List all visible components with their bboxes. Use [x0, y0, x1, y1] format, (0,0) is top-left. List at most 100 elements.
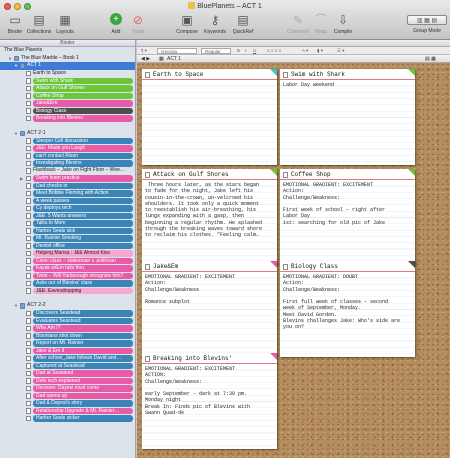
card-title[interactable]: Breaking into Blevins': [153, 353, 232, 364]
group-mode-control[interactable]: ▥ ▦ ▤ Group Mode: [405, 11, 449, 34]
card-synopsis[interactable]: [142, 80, 277, 84]
disclosure-closed-icon[interactable]: ▶: [20, 175, 23, 183]
binder-item[interactable]: Investigating Blevins: [0, 160, 135, 168]
binder-item-label: Kayak w/Em falls thru: [33, 265, 133, 272]
card-synopsis[interactable]: EMOTIONAL GRADIENT: EXCITEMENT Action: C…: [142, 272, 277, 307]
binder-item[interactable]: Cienc class – statesman v. politician: [0, 257, 135, 265]
binder-item[interactable]: The Blue Planets: [0, 47, 135, 55]
card-title[interactable]: Coffee Shop: [291, 169, 331, 180]
binder-folder[interactable]: ▼ The Blue Marble – Book 1: [0, 55, 135, 63]
card-synopsis[interactable]: EMOTIONAL GRADIENT: EXCITEMENT Action: C…: [280, 180, 415, 228]
binder-folder[interactable]: ▼ ACT 1: [0, 62, 135, 70]
document-icon: [145, 71, 150, 78]
binder-item[interactable]: Bisonians shot down: [0, 332, 135, 340]
compile-toolbar-button[interactable]: ⇩ Compile: [328, 11, 358, 36]
document-icon: [283, 171, 288, 178]
card-synopsis[interactable]: Labor Day weekend: [280, 80, 415, 90]
binder-item[interactable]: Dad checks in: [0, 182, 135, 190]
binder-item[interactable]: Jake&Em: [0, 100, 135, 108]
layouts-toolbar-button[interactable]: ▦ Layouts: [50, 11, 80, 36]
binder-item[interactable]: Who Am I?: [0, 325, 135, 333]
align-icons[interactable]: ≡ ≡ ≡ ≡: [267, 48, 281, 54]
keywords-toolbar-button[interactable]: ⚷ Keywords: [200, 11, 230, 36]
binder-item[interactable]: Evaluates Seastead: [0, 317, 135, 325]
binder-item[interactable]: Harbor Seals sicker: [0, 415, 135, 423]
italic-icon[interactable]: I: [245, 48, 246, 54]
nav-back-forward-icon[interactable]: ◀ ▶: [141, 55, 150, 63]
binder-item[interactable]: can't contact Rison: [0, 152, 135, 160]
card-title[interactable]: Swim with Shark: [291, 69, 345, 80]
binder-item-label: ACT 2-1: [27, 129, 46, 136]
binder-item[interactable]: Kayak w/Em falls thru: [0, 265, 135, 273]
binder-item[interactable]: Swim with Shark: [0, 77, 135, 85]
binder-item[interactable]: Mt. Rainier Smoking: [0, 235, 135, 243]
binder-item[interactable]: A week passes: [0, 197, 135, 205]
binder-item[interactable]: Breaking into Blevins': [0, 115, 135, 123]
underline-icon[interactable]: U: [253, 48, 256, 54]
binder-item[interactable]: Dad opens up: [0, 392, 135, 400]
index-card[interactable]: Biology Class EMOTIONAL GRADIENT: DOUBT A…: [280, 261, 415, 357]
binder-item[interactable]: Flashback – Jake on Fight Floor – Woe…: [0, 167, 135, 175]
binder-item[interactable]: Discovers Seastead: [0, 310, 135, 318]
font-weight-select[interactable]: Regular: [201, 48, 231, 54]
binder-item[interactable]: ▶ Swim team practice: [0, 175, 135, 183]
add-icon: +: [110, 13, 122, 25]
binder-item[interactable]: Meet Bobbie Fleming with Action: [0, 190, 135, 198]
list-icon[interactable]: ☰ ▾: [337, 48, 345, 54]
binder-folder[interactable]: ▼ ACT 2-2: [0, 302, 135, 310]
card-title[interactable]: Jake&Em: [153, 261, 178, 272]
card-synopsis[interactable]: EMOTIONAL GRADIENT: DOUBT Action: Challe…: [280, 272, 415, 333]
index-card[interactable]: Breaking into Blevins' EMOTIONAL GRADIENT…: [142, 353, 277, 449]
binder-item[interactable]: J&E: 5 Wants answers: [0, 212, 135, 220]
view-mode-icon[interactable]: ▤ ▦: [425, 55, 436, 63]
binder-item[interactable]: After school_Jake follows David and…: [0, 355, 135, 363]
binder-item[interactable]: Cy deploys tech: [0, 205, 135, 213]
text-color-icon[interactable]: A ▾: [302, 48, 308, 54]
binder-item[interactable]: Report on Mt. Rainier: [0, 340, 135, 348]
paragraph-style-icon[interactable]: ¶ ▾: [141, 48, 147, 54]
binder-item[interactable]: Debi tech explained: [0, 377, 135, 385]
binder-item[interactable]: Talks to Mom: [0, 220, 135, 228]
binder-item[interactable]: Coffee Shop: [0, 92, 135, 100]
trash-button[interactable]: ⊘ Trash: [123, 11, 153, 36]
bold-icon[interactable]: B: [237, 48, 240, 54]
quickref-toolbar-button[interactable]: ▤ QuickRef: [228, 11, 258, 36]
card-synopsis[interactable]: EMOTIONAL GRADIENT: EXCITEMENT ACTION: C…: [142, 364, 277, 418]
binder-item[interactable]: Jake & Em II: [0, 347, 135, 355]
disclosure-open-icon[interactable]: ▼: [14, 130, 18, 138]
disclosure-open-icon[interactable]: ▼: [14, 302, 18, 310]
card-synopsis[interactable]: Three hours later, as the stars began to…: [142, 180, 277, 241]
font-family-select[interactable]: Georgia: [157, 48, 197, 54]
binder-item[interactable]: Attack on Gulf Shores: [0, 85, 135, 93]
index-card[interactable]: Jake&Em EMOTIONAL GRADIENT: EXCITEMENT Ac…: [142, 261, 277, 357]
card-title[interactable]: Earth to Space: [153, 69, 203, 80]
binder-item[interactable]: Captured at Seastead: [0, 362, 135, 370]
binder-item[interactable]: Asks our of Blevins' class: [0, 280, 135, 288]
binder-item[interactable]: Harbor Seals sick: [0, 227, 135, 235]
binder-item[interactable]: Twist – Will Yarborough recognize him?: [0, 272, 135, 280]
compose-toolbar-button[interactable]: ▣ Compose: [172, 11, 202, 36]
binder-item[interactable]: Earth to Space: [0, 70, 135, 78]
disclosure-open-icon[interactable]: ▼: [14, 62, 18, 70]
binder-item[interactable]: Helping Marisa : J&E Almost Kiss: [0, 250, 135, 258]
index-card[interactable]: Earth to Space: [142, 69, 277, 165]
disclosure-open-icon[interactable]: ▼: [8, 55, 12, 63]
keywords-icon: ⚷: [210, 12, 220, 27]
path-label[interactable]: ACT 1: [167, 55, 181, 63]
highlight-icon[interactable]: ▮ ▾: [317, 48, 323, 54]
binder-item[interactable]: Relationship Upgrade & Mt. Rainier…: [0, 407, 135, 415]
index-card[interactable]: Swim with Shark Labor Day weekend: [280, 69, 415, 165]
binder-item[interactable]: Dentist office: [0, 242, 135, 250]
card-title[interactable]: Attack on Gulf Shores: [153, 169, 229, 180]
card-title[interactable]: Biology Class: [291, 261, 338, 272]
binder-item[interactable]: Sleeper Cell discussion: [0, 137, 135, 145]
binder-item[interactable]: Biology Class: [0, 107, 135, 115]
binder-item[interactable]: Dad & Dayesi's story: [0, 400, 135, 408]
index-card[interactable]: Coffee Shop EMOTIONAL GRADIENT: EXCITEMEN…: [280, 169, 415, 265]
binder-item[interactable]: J&E: Made you Laugh: [0, 145, 135, 153]
binder-item[interactable]: J&E: Eavesdropping: [0, 287, 135, 295]
binder-item[interactable]: Dad at Seastead: [0, 370, 135, 378]
binder-folder[interactable]: ▼ ACT 2-1: [0, 130, 135, 138]
index-card[interactable]: Attack on Gulf Shores Three hours later,…: [142, 169, 277, 265]
binder-item[interactable]: Decision: Dayesi must come: [0, 385, 135, 393]
